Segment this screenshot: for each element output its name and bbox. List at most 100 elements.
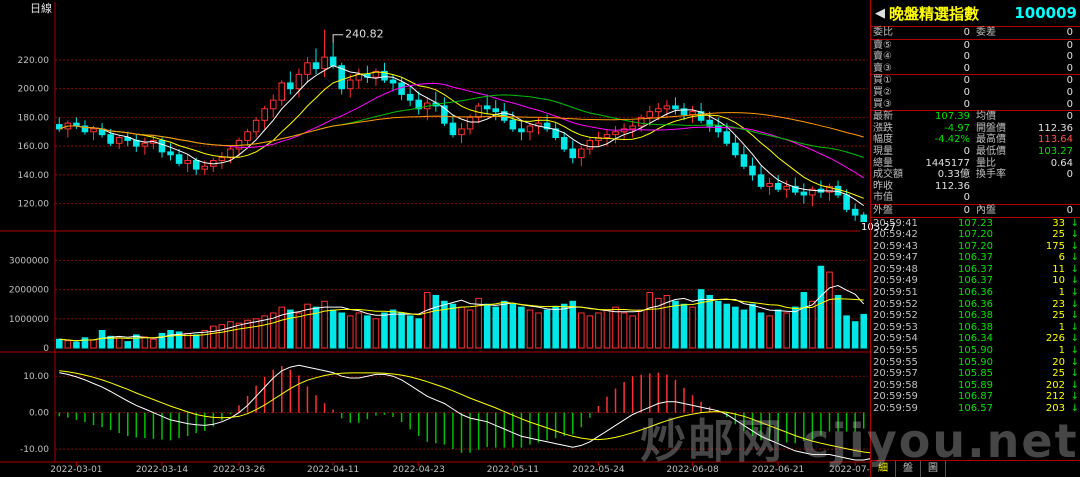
tick-row[interactable]: 20:59:57 105.85 25 ↓ xyxy=(871,368,1080,380)
candle-body xyxy=(578,148,585,159)
volume-bar xyxy=(252,318,260,349)
tick-row[interactable]: 20:59:58 105.89 202 ↓ xyxy=(871,380,1080,392)
ask-level-cell: 賣④ 0 xyxy=(873,51,976,63)
tick-row[interactable]: 20:59:43 107.20 175 ↓ xyxy=(871,241,1080,253)
outer-inner-section: 外盤 0 內盤 0 xyxy=(871,205,1080,218)
volume-bar xyxy=(158,332,166,349)
volume-bar xyxy=(826,271,833,349)
tick-price: 105.85 xyxy=(958,368,993,380)
tick-row[interactable]: 20:59:51 106.36 1 ↓ xyxy=(871,287,1080,299)
kline-chart[interactable]: 日線 120.00 140.00 160.00 180.00 200.00 220.00 0 1… xyxy=(0,0,870,477)
volume-bar xyxy=(595,312,602,349)
volume-bar xyxy=(535,312,542,349)
tick-time: 20:59:58 xyxy=(873,379,918,391)
candle-body xyxy=(192,159,200,170)
tick-row[interactable]: 20:59:42 107.20 25 ↓ xyxy=(871,229,1080,241)
tick-row[interactable]: 20:59:52 106.36 23 ↓ xyxy=(871,299,1080,311)
tick-time: 20:59:43 xyxy=(873,240,918,252)
candle-body xyxy=(586,139,594,150)
outer-label: 外盤 xyxy=(873,204,893,216)
volume-bar xyxy=(697,289,705,349)
x-tick-label: 2022-05-24 xyxy=(572,465,625,475)
candle-body xyxy=(492,108,500,113)
volume-bar xyxy=(244,319,251,349)
volume-bar xyxy=(423,292,431,349)
candle-body xyxy=(800,191,808,196)
candle-body xyxy=(261,108,268,121)
tick-row[interactable]: 20:59:54 106.34 226 ↓ xyxy=(871,333,1080,345)
tick-row[interactable]: 20:59:55 105.90 1 ↓ xyxy=(871,345,1080,357)
tick-row[interactable]: 20:59:53 106.38 1 ↓ xyxy=(871,322,1080,334)
tick-row[interactable]: 20:59:48 106.37 11 ↓ xyxy=(871,264,1080,276)
candle-body xyxy=(312,62,320,70)
candle-body xyxy=(90,128,97,133)
quote-value: 107.39 xyxy=(935,111,970,123)
panel-tab[interactable]: 圖 xyxy=(921,461,946,477)
tick-row[interactable]: 20:59:55 105.90 20 ↓ xyxy=(871,357,1080,369)
bid-level-cell: 買① 0 xyxy=(873,75,976,87)
x-tick-label: 2022-06-08 xyxy=(666,465,719,475)
tick-volume: 226 xyxy=(1045,333,1065,345)
down-arrow-icon: ↓ xyxy=(1070,368,1079,380)
tick-price: 106.37 xyxy=(958,263,993,275)
down-arrow-icon: ↓ xyxy=(1070,379,1079,391)
high-marker-line xyxy=(332,34,344,43)
tick-volume: 202 xyxy=(1045,379,1065,391)
bid-level-row: 買② 0 0 xyxy=(871,87,1080,99)
candle-body xyxy=(175,154,183,164)
tick-row[interactable]: 20:59:47 106.37 6 ↓ xyxy=(871,252,1080,264)
volume-tick-label: 0 xyxy=(43,344,49,354)
candle-body xyxy=(663,105,671,110)
candle-body xyxy=(329,56,337,67)
tick-row[interactable]: 20:59:49 106.37 10 ↓ xyxy=(871,275,1080,287)
quote-value: 112.36 xyxy=(935,180,970,192)
order-ratio-row: 委比 0 委差 0 xyxy=(871,27,1080,39)
x-tick-label: 2022-06-21 xyxy=(752,465,804,475)
tick-row[interactable]: 20:59:41 107.23 33 ↓ xyxy=(871,218,1080,230)
volume-bar xyxy=(458,306,465,349)
volume-bar xyxy=(201,329,209,349)
volume-bar xyxy=(680,303,688,349)
prev-arrow-icon[interactable]: ◀ xyxy=(875,6,885,21)
x-tick-label: 2022-05-11 xyxy=(487,465,539,475)
volume-tick-label: 1000000 xyxy=(9,315,49,325)
candle-body xyxy=(115,137,123,144)
volume-bar xyxy=(518,306,525,349)
tick-row[interactable]: 20:59:52 106.38 25 ↓ xyxy=(871,310,1080,322)
tick-time: 20:59:49 xyxy=(873,275,918,287)
price-tick-label: 140.00 xyxy=(18,171,50,181)
tick-volume: 33 xyxy=(1052,217,1065,229)
tick-price: 107.20 xyxy=(958,229,993,241)
volume-bar xyxy=(689,306,696,349)
candle-body xyxy=(466,116,474,130)
volume-bar xyxy=(381,312,388,349)
candle-body xyxy=(158,139,166,153)
quote-value: 0 xyxy=(1066,111,1073,123)
quote-row: 幅度 -4.42% 最高價 113.64 xyxy=(871,134,1080,146)
tick-row[interactable]: 20:59:59 106.87 212 ↓ xyxy=(871,391,1080,403)
tick-row[interactable]: 20:59:59 106.57 203 ↓ xyxy=(871,403,1080,415)
kline-chart-area[interactable]: 日線 120.00 140.00 160.00 180.00 200.00 220.00 0 1… xyxy=(0,0,870,477)
volume-bar xyxy=(432,294,440,349)
quote-value: 112.36 xyxy=(1038,122,1073,134)
price-tick-label: 120.00 xyxy=(18,200,50,210)
candle-body xyxy=(749,165,756,176)
volume-bar xyxy=(603,309,611,349)
volume-bar xyxy=(235,322,243,349)
ask-level-price: 0 xyxy=(963,62,970,74)
tick-list[interactable]: 20:59:41 107.23 33 ↓ 20:59:42 107.20 25 ↓ 20:59:… xyxy=(871,218,1080,415)
quote-value: 1445177 xyxy=(925,157,970,169)
panel-tab[interactable]: 盤 xyxy=(896,461,921,477)
tick-time: 20:59:55 xyxy=(873,356,918,368)
tick-price: 107.23 xyxy=(958,217,993,229)
tick-volume: 6 xyxy=(1058,252,1065,264)
bid-level-cell: 0 xyxy=(976,99,1079,111)
quote-value: 0 xyxy=(963,145,970,157)
tick-price: 106.34 xyxy=(958,333,993,345)
candle-body xyxy=(321,56,328,70)
panel-tab[interactable]: 細 xyxy=(871,461,896,477)
order-ratio-section: 委比 0 委差 0 xyxy=(871,27,1080,40)
tick-time: 20:59:51 xyxy=(873,287,918,299)
quote-label: 現量 xyxy=(873,145,893,157)
quote-cell: 均價 0 xyxy=(976,111,1079,123)
